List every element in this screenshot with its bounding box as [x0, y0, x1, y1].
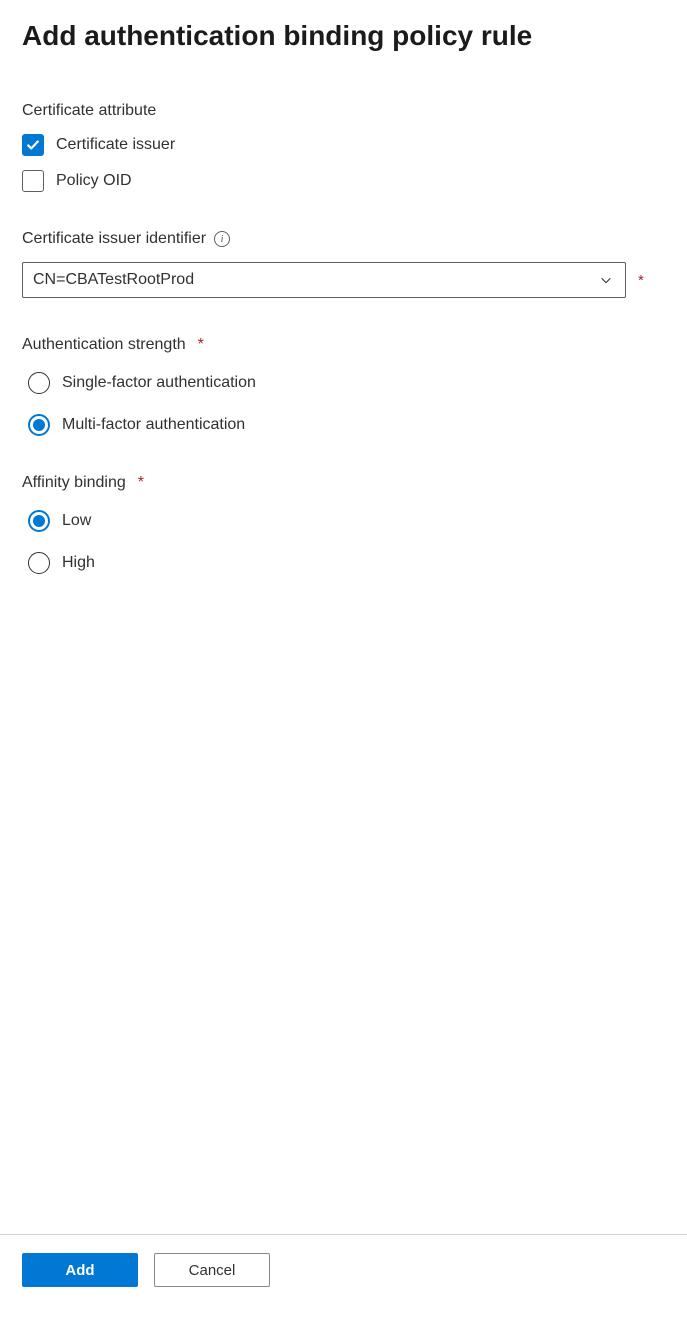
- checkbox-certificate-issuer[interactable]: Certificate issuer: [22, 134, 665, 156]
- issuer-identifier-row: CN=CBATestRootProd *: [22, 262, 665, 298]
- radio-label: Single-factor authentication: [62, 374, 256, 392]
- issuer-identifier-label-text: Certificate issuer identifier: [22, 230, 206, 248]
- affinity-binding-label-text: Affinity binding: [22, 474, 126, 492]
- issuer-identifier-select[interactable]: CN=CBATestRootProd: [22, 262, 626, 298]
- radio-label: High: [62, 554, 95, 572]
- checkbox-icon: [22, 134, 44, 156]
- radio-icon: [28, 552, 50, 574]
- required-indicator: *: [198, 336, 204, 354]
- required-indicator: *: [638, 272, 644, 289]
- checkbox-label: Policy OID: [56, 172, 132, 190]
- affinity-binding-label: Affinity binding *: [22, 474, 665, 492]
- radio-icon: [28, 510, 50, 532]
- info-icon[interactable]: i: [214, 231, 230, 247]
- required-indicator: *: [138, 474, 144, 492]
- chevron-down-icon: [599, 273, 613, 287]
- radio-multi-factor[interactable]: Multi-factor authentication: [22, 414, 665, 436]
- form-content: Add authentication binding policy rule C…: [0, 0, 687, 1234]
- issuer-identifier-label: Certificate issuer identifier i: [22, 230, 665, 248]
- footer: Add Cancel: [0, 1234, 687, 1321]
- radio-affinity-low[interactable]: Low: [22, 510, 665, 532]
- cancel-button[interactable]: Cancel: [154, 1253, 270, 1287]
- checkbox-policy-oid[interactable]: Policy OID: [22, 170, 665, 192]
- certificate-attribute-label: Certificate attribute: [22, 102, 665, 120]
- auth-strength-label: Authentication strength *: [22, 336, 665, 354]
- issuer-identifier-value: CN=CBATestRootProd: [33, 271, 194, 289]
- auth-strength-group: Single-factor authentication Multi-facto…: [22, 372, 665, 436]
- checkbox-icon: [22, 170, 44, 192]
- checkbox-label: Certificate issuer: [56, 136, 175, 154]
- radio-icon: [28, 414, 50, 436]
- page-title: Add authentication binding policy rule: [22, 18, 665, 54]
- affinity-binding-group: Low High: [22, 510, 665, 574]
- radio-affinity-high[interactable]: High: [22, 552, 665, 574]
- radio-icon: [28, 372, 50, 394]
- auth-strength-label-text: Authentication strength: [22, 336, 186, 354]
- radio-single-factor[interactable]: Single-factor authentication: [22, 372, 665, 394]
- radio-label: Multi-factor authentication: [62, 416, 245, 434]
- radio-label: Low: [62, 512, 91, 530]
- add-button[interactable]: Add: [22, 1253, 138, 1287]
